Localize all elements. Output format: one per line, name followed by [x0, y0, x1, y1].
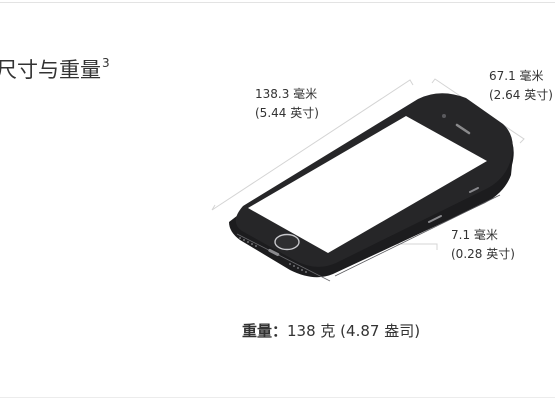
section-title-text: 尺寸与重量: [0, 58, 101, 82]
depth-guide-line: [395, 243, 438, 250]
phone-illustration: [211, 78, 525, 282]
home-button: [274, 233, 300, 251]
bottom-divider: [0, 397, 555, 398]
weight-value: 138 克 (4.87 盎司): [287, 322, 421, 340]
front-camera: [442, 114, 446, 118]
weight-info: 重量：138 克 (4.87 盎司): [242, 320, 420, 341]
footnote-marker[interactable]: 3: [102, 56, 110, 70]
weight-label: 重量：: [242, 322, 288, 340]
section-title: 尺寸与重量3: [0, 54, 110, 84]
top-divider: [0, 2, 555, 3]
